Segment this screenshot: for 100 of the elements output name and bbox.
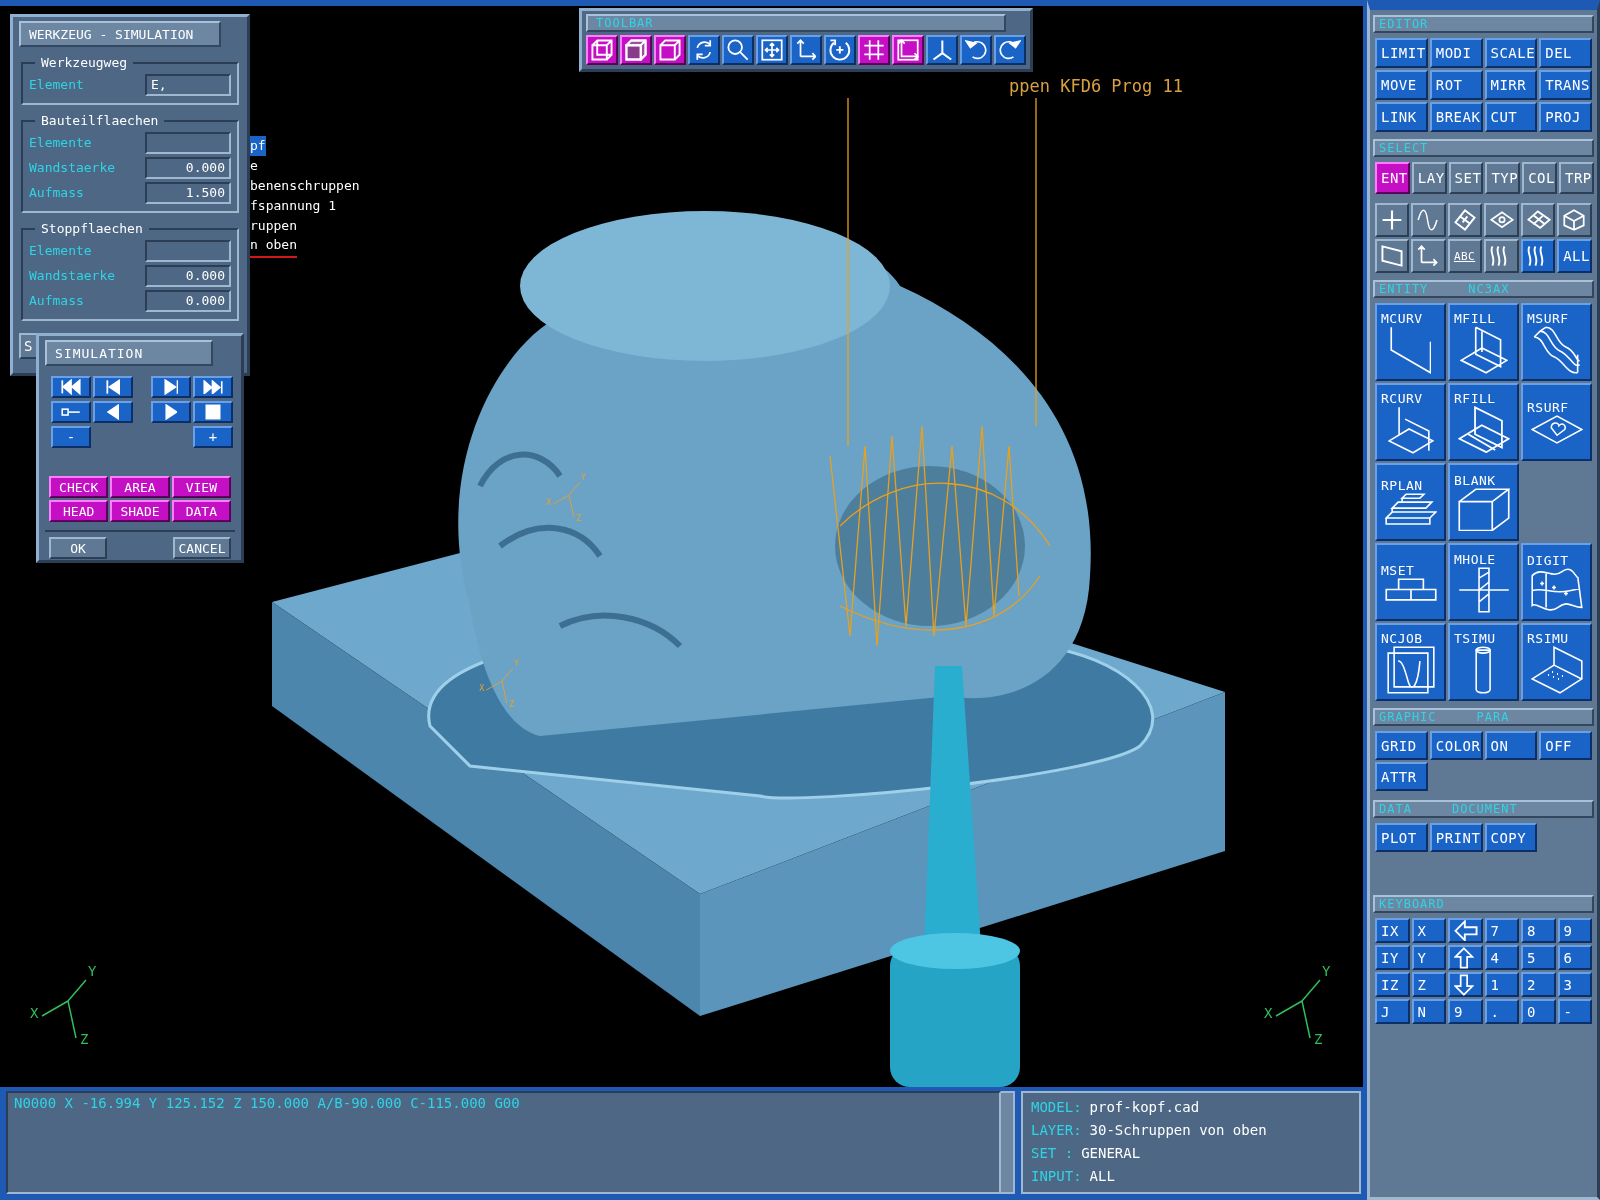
tool-tile[interactable]: RPLAN [1375,463,1446,541]
filter-button[interactable] [1484,203,1519,237]
toolbar-button[interactable] [858,35,890,65]
tree-item[interactable]: fspannung 1 [250,196,337,216]
transport-button[interactable] [151,401,191,423]
transport-button[interactable] [93,376,133,398]
filter-button[interactable] [1447,203,1483,237]
transport-button[interactable] [51,376,91,398]
tree-item[interactable]: benenschruppen [250,176,360,196]
key-button[interactable]: IY [1375,945,1410,970]
select-tab[interactable]: COL [1522,162,1557,194]
input-field[interactable]: 0.000 [145,264,231,287]
menu-button[interactable]: SCALE [1484,38,1538,68]
mode-button[interactable]: DATA [171,500,231,522]
key-button[interactable]: J [1375,999,1410,1024]
tool-tile[interactable]: MSURF [1521,303,1592,381]
menu-button[interactable]: PRINT [1429,823,1483,852]
toolbar-button[interactable] [620,35,652,65]
transport-button[interactable] [151,376,191,398]
tool-tile[interactable]: MCURV [1375,303,1446,381]
toolbar-button[interactable] [960,35,992,65]
toolbar-button[interactable] [892,35,924,65]
tool-tile[interactable]: TSIMU [1448,623,1519,701]
menu-button[interactable]: LINK [1375,102,1428,132]
menu-button[interactable]: MODI [1429,38,1483,68]
key-button[interactable]: 5 [1521,945,1556,970]
menu-button[interactable]: LIMIT [1375,38,1428,68]
filter-button[interactable] [1557,203,1592,237]
transport-button[interactable] [93,401,133,423]
step-button[interactable]: - [51,426,91,448]
toolbar-button[interactable] [722,35,754,65]
toolbar-button[interactable] [994,35,1026,65]
menu-button[interactable]: GRID [1375,731,1428,760]
transport-button[interactable] [193,401,233,423]
key-button[interactable]: 7 [1484,918,1519,943]
key-button[interactable]: 6 [1557,945,1592,970]
dialog-button[interactable]: CANCEL [173,537,231,559]
key-button[interactable] [1448,972,1483,997]
tool-tile[interactable]: RFILL [1448,383,1519,461]
toolbar-button[interactable] [926,35,958,65]
mode-button[interactable]: HEAD [49,500,109,522]
menu-button[interactable]: ON [1484,731,1538,760]
key-button[interactable]: . [1484,999,1519,1024]
filter-button[interactable] [1411,203,1446,237]
tree-item[interactable]: ruppen [250,216,297,236]
input-field[interactable]: 0.000 [145,156,231,179]
key-button[interactable]: IZ [1375,972,1410,997]
menu-button[interactable]: MOVE [1375,70,1428,100]
transport-button[interactable] [193,376,233,398]
step-button[interactable]: + [193,426,233,448]
key-button[interactable]: 9 [1557,918,1592,943]
tool-tile[interactable]: RSURF [1521,383,1592,461]
menu-button[interactable]: CUT [1484,102,1538,132]
key-button[interactable]: Y [1411,945,1446,970]
tool-tile[interactable]: RCURV [1375,383,1446,461]
tool-tile[interactable]: MFILL [1448,303,1519,381]
menu-button[interactable]: ROT [1429,70,1483,100]
mode-button[interactable]: VIEW [171,476,231,498]
select-tab[interactable]: ENT [1375,162,1410,194]
input-field[interactable] [145,131,231,154]
toolbar-button[interactable] [586,35,618,65]
key-button[interactable]: - [1557,999,1592,1024]
menu-button[interactable]: MIRR [1484,70,1538,100]
select-tab[interactable]: TRP [1559,162,1594,194]
select-tab[interactable]: TYP [1485,162,1521,194]
tool-tile[interactable]: BLANK [1448,463,1519,541]
dialog-button[interactable]: OK [49,537,107,559]
key-button[interactable]: IX [1375,918,1410,943]
key-button[interactable]: 9 [1448,999,1483,1024]
filter-button[interactable]: ABC [1447,239,1483,273]
mode-button[interactable]: SHADE [110,500,170,522]
menu-button[interactable]: BREAK [1429,102,1483,132]
filter-button[interactable]: ALL [1557,239,1592,273]
input-field[interactable]: 0.000 [145,289,231,312]
tool-tile[interactable]: NCJOB [1375,623,1446,701]
key-button[interactable]: N [1411,999,1446,1024]
menu-button[interactable]: COLOR [1429,731,1483,760]
key-button[interactable]: 2 [1521,972,1556,997]
tool-tile[interactable]: DIGIT [1521,543,1592,621]
filter-button[interactable] [1484,239,1519,273]
transport-button[interactable] [51,401,91,423]
input-field[interactable] [145,239,231,262]
tree-item[interactable]: e [250,156,258,176]
menu-button[interactable]: TRANS [1539,70,1592,100]
menu-button[interactable]: OFF [1539,731,1592,760]
filter-button[interactable] [1520,203,1556,237]
filter-button[interactable] [1520,239,1556,273]
key-button[interactable]: X [1411,918,1446,943]
key-button[interactable] [1448,918,1483,943]
input-field[interactable]: 1.500 [145,181,231,204]
menu-button[interactable]: COPY [1484,823,1538,852]
toolbar-button[interactable] [790,35,822,65]
input-field[interactable]: E, [145,73,231,96]
menu-button[interactable]: PLOT [1375,823,1428,852]
toolbar-button[interactable] [688,35,720,65]
tool-tile[interactable]: RSIMU [1521,623,1592,701]
menu-button[interactable]: DEL [1539,38,1592,68]
key-button[interactable]: Z [1411,972,1446,997]
filter-button[interactable] [1375,239,1410,273]
filter-button[interactable] [1375,203,1410,237]
